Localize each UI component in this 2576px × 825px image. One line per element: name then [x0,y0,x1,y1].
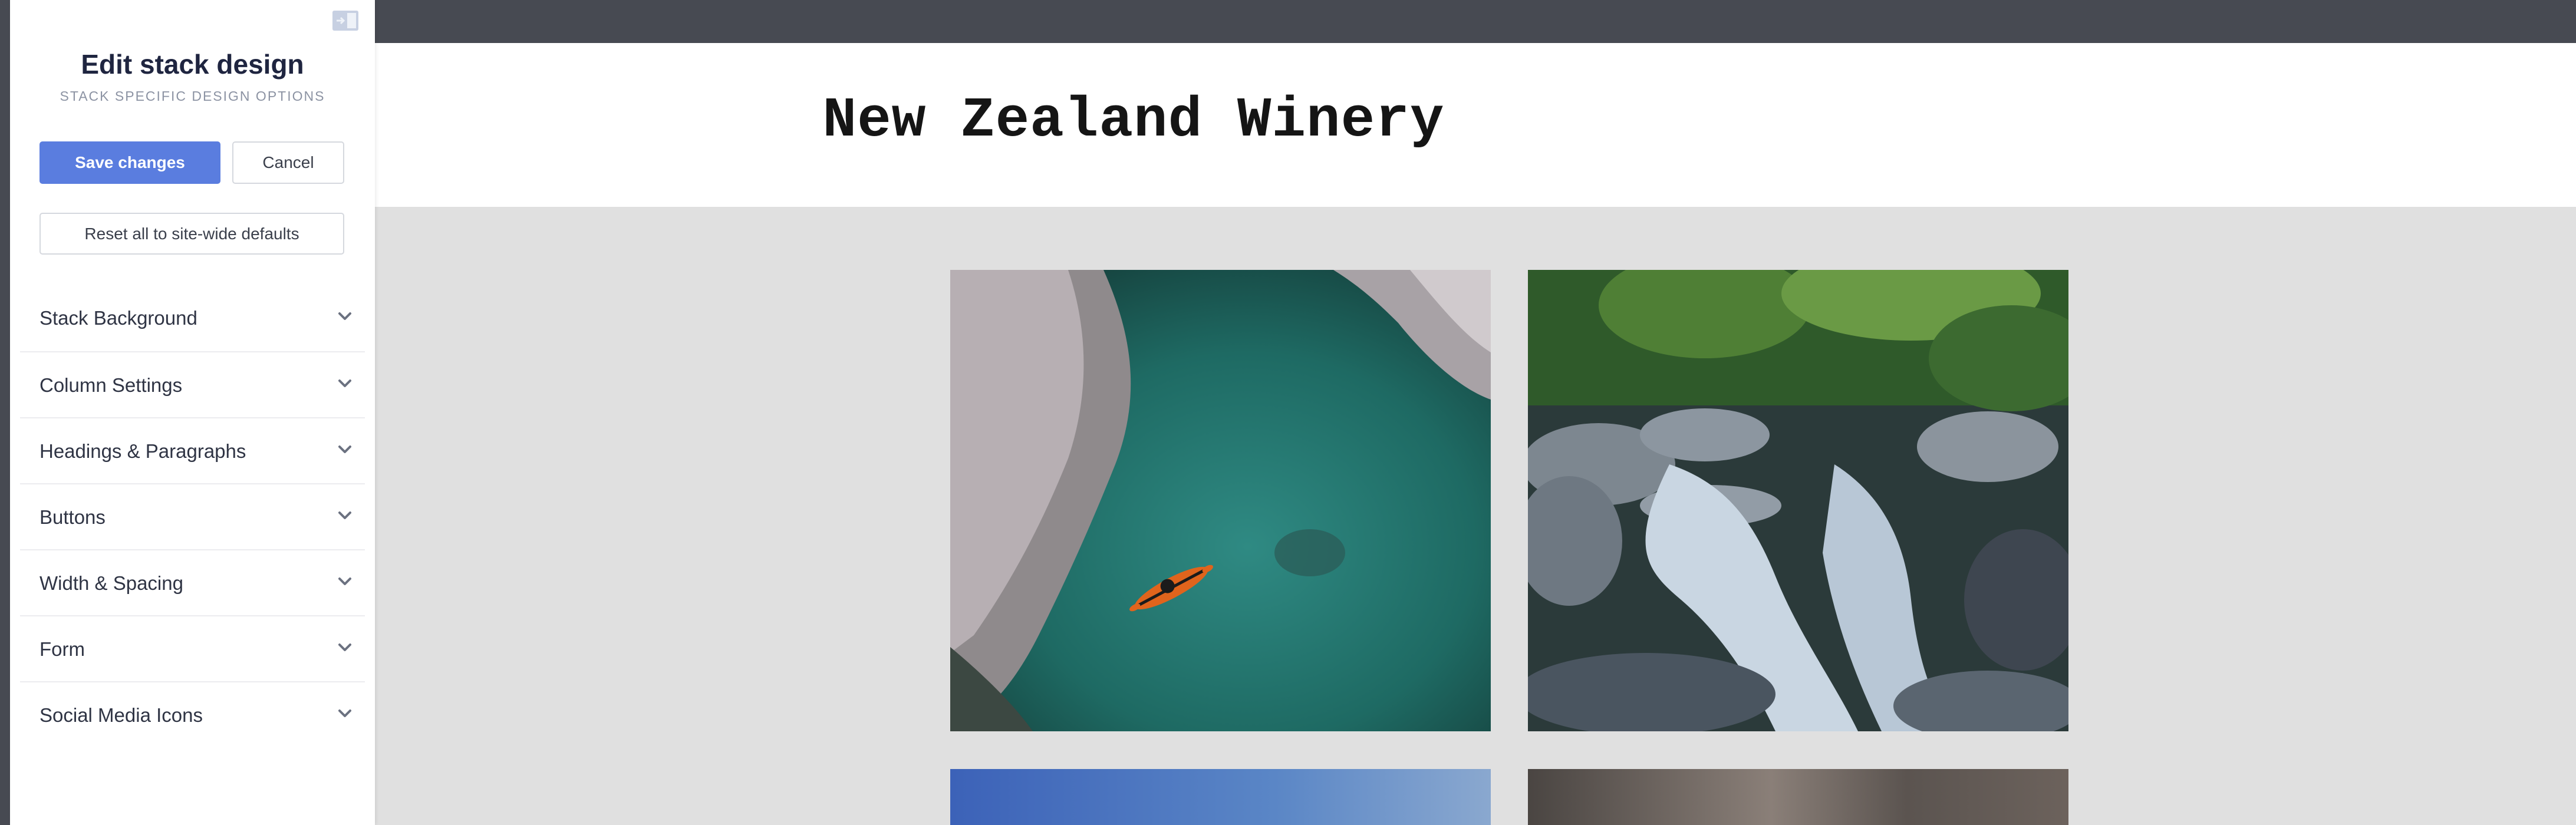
section-stack-background[interactable]: Stack Background [20,285,365,351]
editor-top-bar [0,0,2576,43]
sidebar-collapse-icon[interactable] [332,10,359,31]
chevron-down-icon [338,578,351,585]
section-label: Social Media Icons [39,704,203,726]
chevron-down-icon [338,512,351,519]
save-changes-button[interactable]: Save changes [39,141,220,184]
section-buttons[interactable]: Buttons [20,483,365,549]
cancel-button[interactable]: Cancel [232,141,344,184]
panel-subtitle: STACK SPECIFIC DESIGN OPTIONS [60,88,325,104]
section-label: Form [39,638,85,660]
chevron-down-icon [338,710,351,717]
section-label: Headings & Paragraphs [39,440,246,462]
section-form[interactable]: Form [20,615,365,681]
section-label: Buttons [39,506,106,528]
forest-stream-photo [1528,270,2068,731]
edit-stack-design-panel: Edit stack design STACK SPECIFIC DESIGN … [10,0,375,825]
reset-defaults-button[interactable]: Reset all to site-wide defaults [39,213,344,255]
section-label: Width & Spacing [39,572,183,594]
panel-title: Edit stack design [81,49,304,80]
section-label: Column Settings [39,374,183,396]
blurred-rock-photo [1528,769,2068,825]
section-headings-paragraphs[interactable]: Headings & Paragraphs [20,417,365,483]
chevron-down-icon [338,312,351,320]
chevron-down-icon [338,446,351,453]
section-column-settings[interactable]: Column Settings [20,351,365,417]
section-social-media-icons[interactable]: Social Media Icons [20,681,365,747]
chevron-down-icon [338,380,351,387]
section-label: Stack Background [39,307,197,329]
design-sections-list: Stack Background Column Settings Heading… [20,285,365,747]
sky-photo [950,769,1491,825]
section-width-spacing[interactable]: Width & Spacing [20,549,365,615]
chevron-down-icon [338,644,351,651]
kayak-river-photo [950,270,1491,731]
